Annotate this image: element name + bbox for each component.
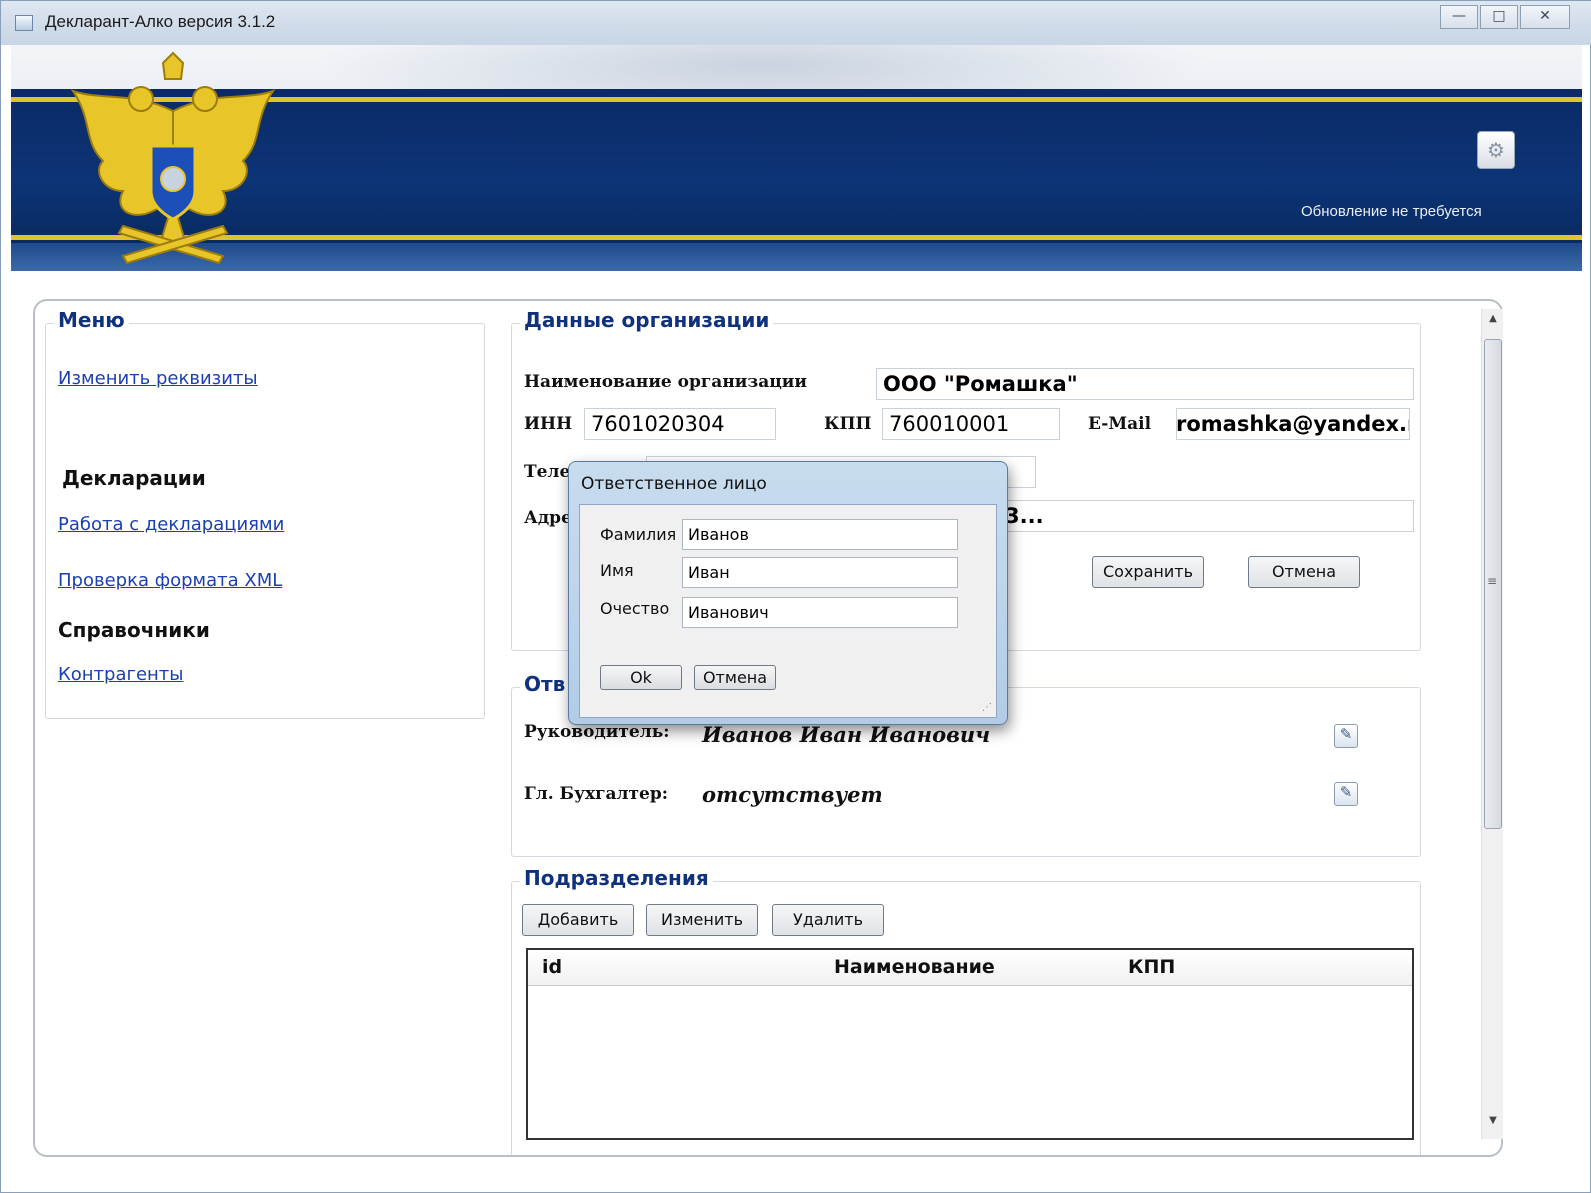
edit-icon: ✎: [1339, 783, 1353, 801]
patronymic-label: Очество: [600, 599, 670, 618]
app-icon: [15, 15, 33, 31]
close-icon: ✕: [1539, 8, 1551, 24]
settings-button[interactable]: ⚙: [1477, 131, 1515, 169]
minimize-button[interactable]: —: [1440, 5, 1478, 29]
references-header: Справочники: [58, 618, 210, 642]
responsible-title: Отв: [520, 672, 570, 696]
head-value: Иванов Иван Иванович: [702, 722, 991, 747]
check-xml-format-link[interactable]: Проверка формата XML: [58, 570, 282, 591]
column-header-id[interactable]: id: [542, 956, 562, 978]
scrollbar-grip-icon: ≡: [1487, 574, 1498, 588]
edit-icon: ✎: [1339, 725, 1353, 743]
title-bar[interactable]: Декларант-Алко версия 3.1.2 — □ ✕: [1, 1, 1591, 45]
dialog-title: Ответственное лицо: [581, 474, 767, 494]
email-field[interactable]: romashka@yandex.ru: [1176, 408, 1410, 440]
email-label: E-Mail: [1088, 414, 1152, 434]
coat-of-arms-emblem: [70, 51, 276, 265]
name-field[interactable]: Иван: [682, 557, 958, 588]
app-window: Декларант-Алко версия 3.1.2 — □ ✕ ⚙ Обно…: [0, 0, 1591, 1193]
minimize-icon: —: [1452, 8, 1466, 24]
edit-division-button[interactable]: Изменить: [646, 904, 758, 936]
divisions-table-header: id Наименование КПП: [528, 950, 1412, 986]
change-requisites-link[interactable]: Изменить реквизиты: [58, 368, 258, 389]
address-label: Адре: [524, 508, 572, 528]
accountant-value: отсутствует: [702, 782, 883, 807]
kpp-field[interactable]: 760010001: [882, 408, 1060, 440]
main-panel: Меню Изменить реквизиты Декларации Работ…: [33, 299, 1503, 1157]
maximize-button[interactable]: □: [1480, 5, 1518, 29]
divisions-table[interactable]: id Наименование КПП: [526, 948, 1414, 1140]
resize-grip-icon[interactable]: ⋰: [982, 702, 992, 713]
window-title: Декларант-Алко версия 3.1.2: [45, 12, 276, 31]
edit-accountant-button[interactable]: ✎: [1334, 782, 1358, 806]
edit-head-button[interactable]: ✎: [1334, 724, 1358, 748]
accountant-label: Гл. Бухгалтер:: [524, 784, 669, 804]
divisions-group: Подразделения Добавить Изменить Удалить …: [511, 866, 1421, 1155]
scroll-up-arrow-icon[interactable]: ▲: [1482, 313, 1504, 333]
scroll-down-arrow-icon[interactable]: ▼: [1482, 1115, 1504, 1135]
counterparties-link[interactable]: Контрагенты: [58, 664, 184, 685]
maximize-icon: □: [1492, 8, 1506, 24]
responsible-person-dialog: Ответственное лицо Фамилия Иванов Имя Ив…: [568, 461, 1008, 725]
add-division-button[interactable]: Добавить: [522, 904, 634, 936]
surname-field[interactable]: Иванов: [682, 519, 958, 550]
cancel-button[interactable]: Отмена: [1248, 556, 1360, 588]
gear-icon: ⚙: [1487, 138, 1505, 162]
window-controls: — □ ✕: [1438, 5, 1570, 29]
vertical-scrollbar[interactable]: ▲ ≡ ▼: [1481, 309, 1503, 1139]
menu-title: Меню: [54, 308, 129, 332]
ok-button[interactable]: Ok: [600, 665, 682, 690]
inn-field[interactable]: 7601020304: [584, 408, 776, 440]
name-label: Имя: [600, 561, 634, 580]
work-with-declarations-link[interactable]: Работа с декларациями: [58, 514, 284, 535]
column-header-name[interactable]: Наименование: [834, 956, 995, 978]
close-button[interactable]: ✕: [1520, 5, 1570, 29]
update-status: Обновление не требуется: [1301, 203, 1482, 220]
kpp-label: КПП: [824, 414, 872, 434]
patronymic-field[interactable]: Иванович: [682, 597, 958, 628]
inn-label: ИНН: [524, 414, 573, 434]
declarations-header: Декларации: [62, 466, 206, 490]
column-header-kpp[interactable]: КПП: [1128, 956, 1175, 978]
delete-division-button[interactable]: Удалить: [772, 904, 884, 936]
header-banner: ⚙ Обновление не требуется: [11, 45, 1582, 271]
head-label: Руководитель:: [524, 722, 670, 742]
save-button[interactable]: Сохранить: [1092, 556, 1204, 588]
org-name-field[interactable]: ООО "Ромашка": [876, 368, 1414, 400]
org-name-label: Наименование организации: [524, 372, 808, 392]
dialog-body: Фамилия Иванов Имя Иван Очество Иванович…: [579, 504, 997, 718]
dialog-cancel-button[interactable]: Отмена: [694, 665, 776, 690]
organization-title: Данные организации: [520, 308, 774, 332]
surname-label: Фамилия: [600, 525, 677, 544]
phone-label: Теле: [524, 462, 571, 482]
divisions-title: Подразделения: [520, 866, 713, 890]
menu-group: Меню Изменить реквизиты Декларации Работ…: [45, 308, 485, 719]
